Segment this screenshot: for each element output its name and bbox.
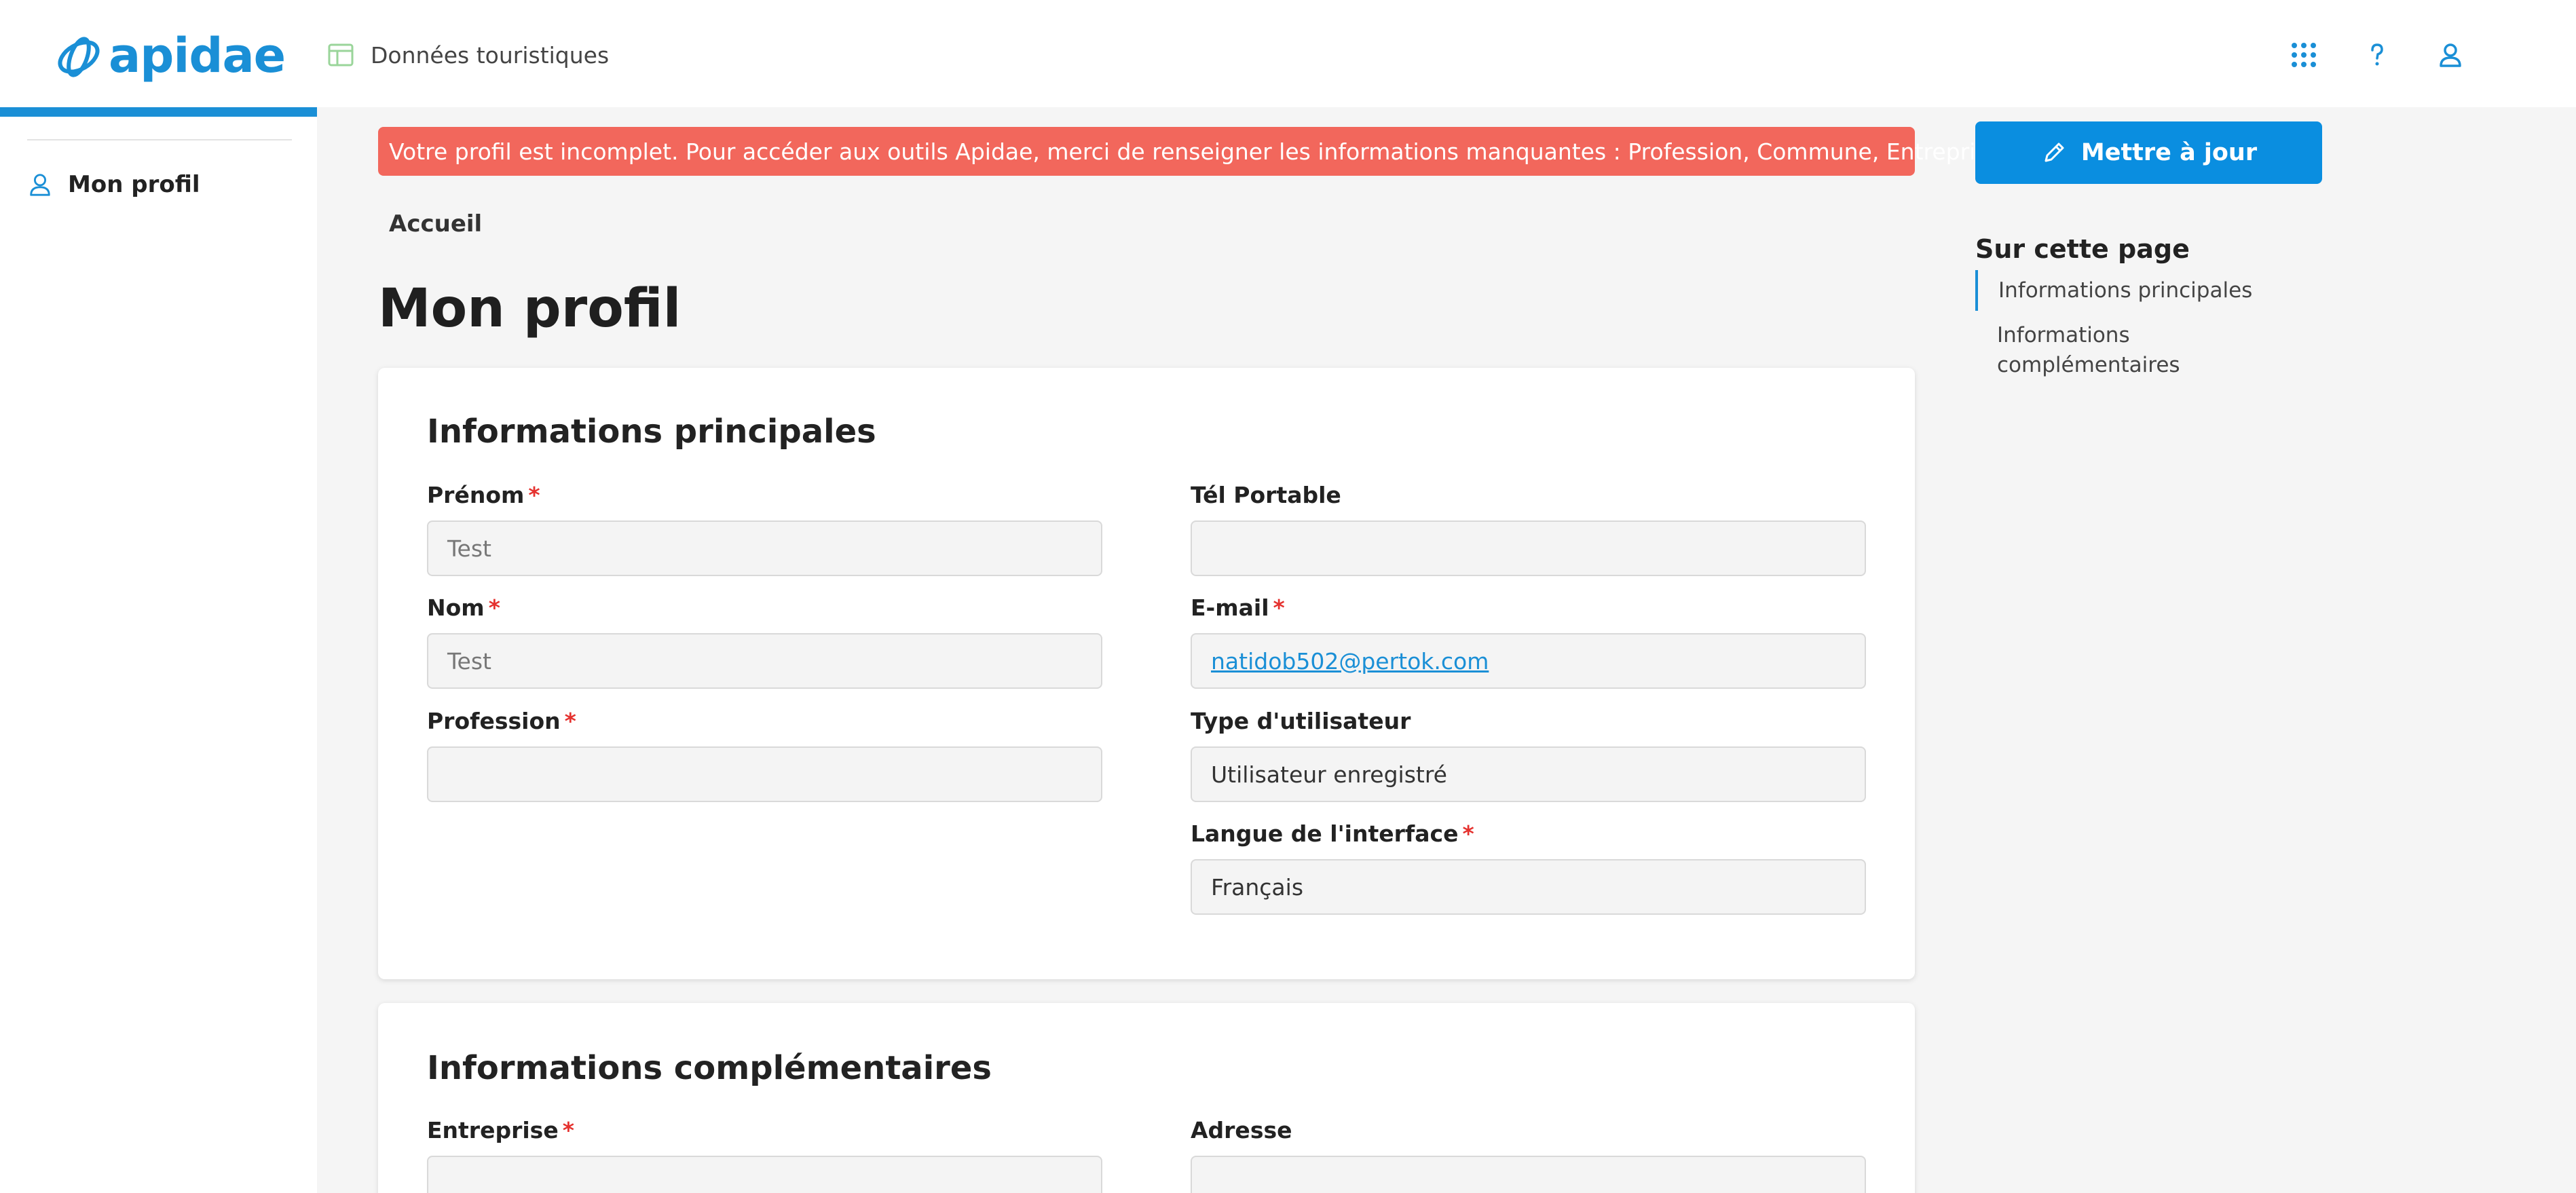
breadcrumb-home[interactable]: Accueil [389, 210, 482, 238]
nom-input[interactable]: Test [427, 633, 1102, 689]
field-tel-portable: Tél Portable [1191, 480, 1866, 576]
field-label: Profession * [427, 708, 576, 734]
toc-link-informations-complementaires[interactable]: Informations complémentaires [1975, 320, 2288, 380]
field-label: Tél Portable [1191, 482, 1341, 508]
field-label: Type d'utilisateur [1191, 708, 1411, 734]
field-profession: Profession * [427, 706, 1102, 802]
required-marker: * [1273, 594, 1285, 621]
field-email: E-mail * natidob502@pertok.com [1191, 592, 1866, 689]
tel-portable-input[interactable] [1191, 520, 1866, 576]
adresse-input[interactable] [1191, 1156, 1866, 1193]
user-icon [30, 174, 50, 196]
section-label: Données touristiques [371, 41, 610, 69]
apidae-logo[interactable]: apidae [54, 28, 286, 83]
field-prenom: Prénom * Test [427, 480, 1102, 576]
profession-input[interactable] [427, 746, 1102, 802]
header-actions [2287, 35, 2467, 75]
field-label: Adresse [1191, 1117, 1292, 1143]
field-label: Nom * [427, 594, 500, 621]
help-icon[interactable] [2360, 38, 2394, 72]
required-marker: * [564, 708, 576, 734]
field-label: Langue de l'interface * [1191, 820, 1474, 847]
entreprise-input[interactable] [427, 1156, 1102, 1193]
update-button[interactable]: Mettre à jour [1975, 121, 2322, 184]
language-select[interactable]: Français [1191, 859, 1866, 915]
field-label: Prénom * [427, 482, 540, 508]
toc-link-informations-principales[interactable]: Informations principales [1975, 270, 2288, 311]
sidebar-accent-bar [0, 107, 317, 117]
page-title: Mon profil [378, 278, 682, 339]
main-info-card: Informations principales Prénom * Test No… [378, 368, 1915, 979]
required-marker: * [562, 1117, 574, 1143]
field-label: Entreprise * [427, 1117, 574, 1143]
field-nom: Nom * Test [427, 592, 1102, 689]
sidebar-item-label: Mon profil [68, 171, 200, 198]
toc-list: Informations principales Informations co… [1975, 270, 2288, 380]
required-marker: * [1462, 820, 1474, 847]
toc-title: Sur cette page [1975, 234, 2190, 264]
sidebar-item-mon-profil[interactable]: Mon profil [27, 166, 200, 203]
field-language: Langue de l'interface * Français [1191, 818, 1866, 915]
user-type-input[interactable]: Utilisateur enregistré [1191, 746, 1866, 802]
top-header: apidae Données touristiques [0, 0, 2576, 107]
update-button-label: Mettre à jour [2080, 139, 2258, 166]
data-table-icon [328, 43, 354, 67]
email-field[interactable]: natidob502@pertok.com [1191, 633, 1866, 689]
sidebar-divider [27, 139, 292, 140]
apps-grid-icon[interactable] [2287, 38, 2321, 72]
pencil-icon [2045, 143, 2064, 162]
field-label: E-mail * [1191, 594, 1285, 621]
section-title-extra: Informations complémentaires [427, 1049, 992, 1087]
field-entreprise: Entreprise * [427, 1115, 1102, 1193]
field-adresse: Adresse [1191, 1115, 1866, 1193]
alert-text: Votre profil est incomplet. Pour accéder… [389, 138, 2009, 165]
incomplete-profile-alert: Votre profil est incomplet. Pour accéder… [378, 127, 2008, 176]
extra-info-card: Informations complémentaires Entreprise *… [378, 1003, 1915, 1193]
logo-text: apidae [109, 28, 286, 83]
user-icon[interactable] [2433, 38, 2467, 72]
field-user-type: Type d'utilisateur Utilisateur enregistr… [1191, 706, 1866, 802]
section-title-main: Informations principales [427, 413, 876, 451]
sidebar [0, 107, 317, 1193]
required-marker: * [528, 482, 540, 508]
apidae-logo-icon [58, 37, 100, 77]
required-marker: * [488, 594, 500, 621]
section-indicator[interactable]: Données touristiques [327, 35, 609, 75]
prenom-input[interactable]: Test [427, 520, 1102, 576]
